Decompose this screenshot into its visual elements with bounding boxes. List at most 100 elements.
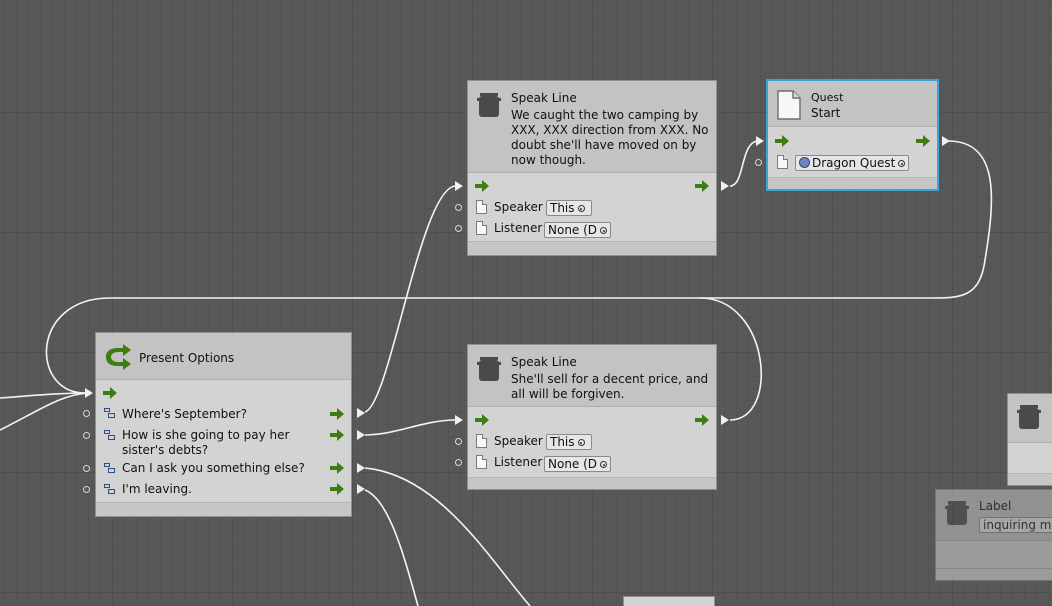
speaker-field[interactable]: This bbox=[546, 200, 592, 216]
dialogue-option-icon bbox=[104, 463, 115, 473]
wire-incoming-left-2 bbox=[0, 392, 89, 431]
node-header: Speak Line We caught the two camping by … bbox=[468, 81, 716, 173]
speaker-label: Speaker bbox=[494, 434, 543, 448]
node-row bbox=[936, 568, 1052, 569]
speaker-port-circle[interactable] bbox=[455, 204, 462, 211]
option-port-circle-1[interactable] bbox=[83, 410, 90, 417]
quest-document-icon bbox=[777, 90, 801, 120]
node-footer bbox=[96, 502, 351, 516]
speak1-output-port[interactable] bbox=[721, 181, 729, 191]
quest-field[interactable]: Dragon Quest bbox=[795, 155, 909, 171]
listener-port-circle[interactable] bbox=[455, 459, 462, 466]
flow-out-arrow-icon bbox=[695, 180, 709, 192]
speak-line-node-2[interactable]: Speak Line She'll sell for a decent pric… bbox=[467, 344, 717, 490]
wire-speak1-to-quest bbox=[729, 140, 759, 187]
listener-label: Listener bbox=[494, 221, 543, 235]
dialogue-option-icon bbox=[104, 484, 115, 494]
quest-input-port[interactable] bbox=[756, 136, 764, 146]
speaker-field[interactable]: This bbox=[546, 434, 592, 450]
option-port-circle-2[interactable] bbox=[83, 432, 90, 439]
flow-in-arrow-icon bbox=[475, 180, 489, 192]
speak-icon bbox=[1017, 405, 1041, 429]
listener-port-circle[interactable] bbox=[455, 225, 462, 232]
node-title: Label bbox=[979, 499, 1012, 513]
node-header: Quest Start bbox=[768, 81, 937, 127]
document-icon bbox=[476, 455, 487, 469]
flow-in-arrow-icon bbox=[103, 387, 117, 399]
node-footer bbox=[768, 177, 937, 189]
option-out-arrow-icon bbox=[330, 408, 344, 420]
option-output-port-4[interactable] bbox=[357, 484, 365, 494]
flow-in-arrow-icon bbox=[475, 414, 489, 426]
label-value: inquiring mor bbox=[983, 518, 1052, 532]
document-icon bbox=[476, 200, 487, 214]
option-out-arrow-icon bbox=[330, 429, 344, 441]
listener-label: Listener bbox=[494, 455, 543, 469]
object-picker-icon[interactable] bbox=[898, 160, 906, 167]
label-node[interactable]: Label inquiring mor bbox=[935, 489, 1052, 581]
label-field[interactable]: inquiring mor bbox=[979, 517, 1052, 533]
option-label-1: Where's September? bbox=[122, 407, 247, 421]
node-footer bbox=[468, 241, 716, 255]
node-title: Speak Line bbox=[511, 355, 577, 369]
option-out-arrow-icon bbox=[330, 483, 344, 495]
node-header: Present Options bbox=[96, 333, 351, 380]
listener-value: None (D bbox=[548, 223, 598, 237]
dialogue-option-icon bbox=[104, 430, 115, 440]
node-footer bbox=[468, 477, 716, 489]
object-picker-icon[interactable] bbox=[577, 439, 585, 446]
wire-options-to-speak2 bbox=[364, 419, 456, 436]
node-header bbox=[1008, 394, 1052, 443]
option-label-2: How is she going to pay her sister's deb… bbox=[122, 428, 290, 457]
options-input-port[interactable] bbox=[85, 388, 93, 398]
option-output-port-3[interactable] bbox=[357, 463, 365, 473]
option-port-circle-4[interactable] bbox=[83, 486, 90, 493]
offscreen-bottom-node[interactable] bbox=[623, 596, 715, 606]
quest-port-circle[interactable] bbox=[755, 159, 762, 166]
present-options-node[interactable]: Present Options Where's September? How i… bbox=[95, 332, 352, 517]
node-footer bbox=[1008, 473, 1052, 485]
speaker-port-circle[interactable] bbox=[455, 438, 462, 445]
flow-out-arrow-icon bbox=[916, 135, 930, 147]
listener-field[interactable]: None (D bbox=[544, 222, 611, 238]
wire-option4-out bbox=[364, 489, 419, 606]
speaker-value: This bbox=[550, 201, 575, 215]
quest-start-node[interactable]: Quest Start Dragon Quest bbox=[766, 79, 939, 191]
object-picker-icon[interactable] bbox=[600, 461, 608, 468]
option-port-circle-3[interactable] bbox=[83, 465, 90, 472]
listener-field[interactable]: None (D bbox=[544, 456, 611, 472]
quest-output-port[interactable] bbox=[942, 136, 950, 146]
flow-out-arrow-icon bbox=[695, 414, 709, 426]
node-title: Speak Line bbox=[511, 91, 577, 105]
option-out-arrow-icon bbox=[330, 462, 344, 474]
node-dialogue-text: She'll sell for a decent price, and all … bbox=[511, 372, 709, 401]
offscreen-speak-node[interactable] bbox=[1007, 393, 1052, 486]
document-icon bbox=[476, 221, 487, 235]
quest-asset-icon bbox=[799, 157, 810, 168]
object-picker-icon[interactable] bbox=[577, 205, 585, 212]
node-title: Start bbox=[811, 106, 841, 120]
option-label-3: Can I ask you something else? bbox=[122, 461, 305, 475]
option-label-4: I'm leaving. bbox=[122, 482, 192, 496]
speak1-input-port[interactable] bbox=[455, 181, 463, 191]
branch-options-icon bbox=[106, 344, 131, 370]
dialogue-option-icon bbox=[104, 408, 115, 418]
listener-value: None (D bbox=[548, 457, 598, 471]
speak2-output-port[interactable] bbox=[721, 415, 729, 425]
quest-value: Dragon Quest bbox=[812, 156, 896, 170]
speaker-label: Speaker bbox=[494, 200, 543, 214]
document-icon bbox=[777, 155, 788, 169]
object-picker-icon[interactable] bbox=[600, 227, 608, 234]
flow-in-arrow-icon bbox=[775, 135, 789, 147]
speak-line-node-1[interactable]: Speak Line We caught the two camping by … bbox=[467, 80, 717, 256]
node-title: Present Options bbox=[139, 351, 235, 365]
wire-options-to-speak1 bbox=[364, 185, 456, 413]
option-output-port-2[interactable] bbox=[357, 430, 365, 440]
node-dialogue-text: We caught the two camping by XXX, XXX di… bbox=[511, 108, 709, 167]
speaker-value: This bbox=[550, 435, 575, 449]
speak-icon bbox=[477, 357, 501, 381]
node-header: Label inquiring mor bbox=[936, 490, 1052, 541]
option-output-port-1[interactable] bbox=[357, 408, 365, 418]
node-header: Speak Line She'll sell for a decent pric… bbox=[468, 345, 716, 407]
speak2-input-port[interactable] bbox=[455, 415, 463, 425]
